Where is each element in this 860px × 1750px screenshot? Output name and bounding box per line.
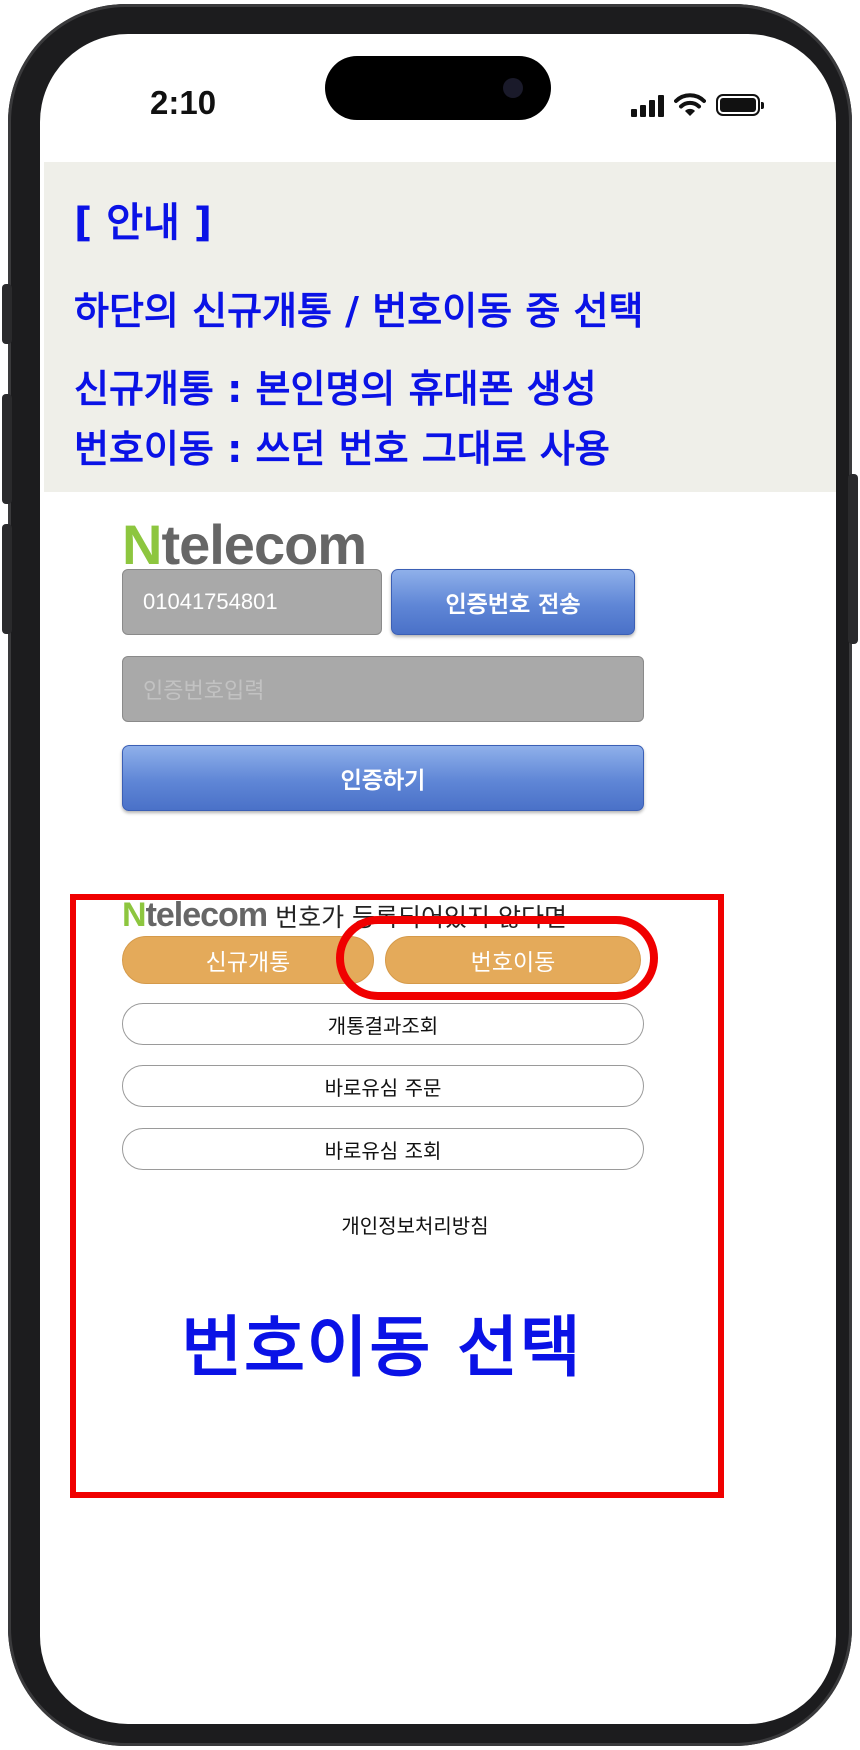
status-time: 2:10 — [150, 84, 217, 121]
notice-panel: [ 안내 ] 하단의 신규개통 / 번호이동 중 선택 신규개통 : 본인명의 … — [44, 162, 836, 492]
phone-number-input[interactable]: 01041754801 — [122, 569, 382, 635]
usim-check-button[interactable]: 바로유심 조회 — [122, 1128, 644, 1170]
usim-order-button[interactable]: 바로유심 주문 — [122, 1065, 644, 1107]
volume-down-button — [2, 524, 12, 634]
verify-button[interactable]: 인증하기 — [122, 745, 644, 811]
screen: 2:10 [ 안내 ] 하단의 신규개통 / 번호이동 중 선택 신규개통 : … — [40, 34, 836, 1724]
highlight-circle — [336, 916, 658, 1000]
camera-icon — [503, 78, 523, 98]
power-button — [848, 474, 858, 644]
activation-result-button[interactable]: 개통결과조회 — [122, 1003, 644, 1045]
privacy-policy-link[interactable]: 개인정보처리방침 — [40, 1210, 790, 1239]
wifi-icon — [674, 93, 706, 116]
notice-line-new: 신규개통 : 본인명의 휴대폰 생성 — [74, 367, 597, 411]
cellular-signal-icon — [631, 93, 664, 117]
status-bar: 2:10 — [40, 34, 836, 144]
notice-heading: [ 안내 ] — [74, 200, 213, 246]
ntelecom-logo: Ntelecom — [122, 513, 367, 576]
status-icons — [631, 90, 764, 120]
volume-up-button — [2, 394, 12, 504]
notice-line-select: 하단의 신규개통 / 번호이동 중 선택 — [74, 289, 644, 333]
side-button — [2, 284, 12, 344]
verification-code-placeholder: 인증번호입력 — [143, 678, 265, 703]
battery-icon — [716, 94, 764, 116]
send-code-button[interactable]: 인증번호 전송 — [391, 569, 635, 635]
notice-line-port: 번호이동 : 쓰던 번호 그대로 사용 — [74, 427, 610, 471]
annotation-caption: 번호이동 선택 — [181, 1309, 583, 1386]
verification-code-input[interactable]: 인증번호입력 — [122, 656, 644, 722]
ntelecom-logo-small: Ntelecom — [122, 896, 268, 934]
phone-frame: 2:10 [ 안내 ] 하단의 신규개통 / 번호이동 중 선택 신규개통 : … — [2, 4, 858, 1746]
dynamic-island — [325, 56, 551, 120]
